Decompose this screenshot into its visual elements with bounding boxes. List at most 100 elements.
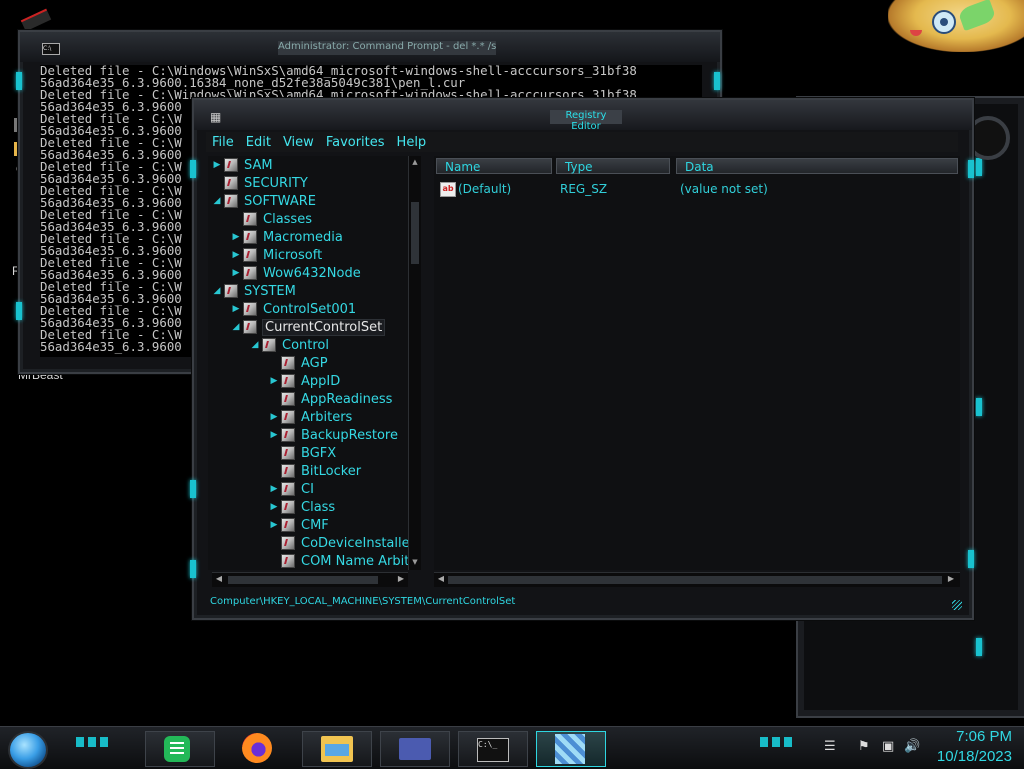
column-header-name[interactable]: Name	[436, 158, 552, 174]
tree-node[interactable]: ◢ SOFTWARE	[210, 192, 316, 210]
tree-node[interactable]: ◢ Control	[248, 336, 329, 354]
values-horizontal-scrollbar[interactable]: ◀ ▶	[434, 572, 960, 587]
tree-node[interactable]: ◢ SYSTEM	[210, 282, 296, 300]
column-header-type[interactable]: Type	[556, 158, 670, 174]
menu-file[interactable]: File	[206, 135, 240, 150]
menu-favorites[interactable]: Favorites	[320, 135, 391, 150]
file-explorer-icon	[321, 736, 353, 762]
network-icon[interactable]: ▣	[882, 739, 894, 754]
tree-expand-arrow-icon[interactable]: ▶	[267, 376, 281, 386]
tree-node-label: Control	[282, 337, 329, 353]
column-header-data[interactable]: Data	[676, 158, 958, 174]
scroll-up-arrow-icon[interactable]: ▲	[411, 158, 419, 166]
tree-hscroll-thumb[interactable]	[228, 576, 378, 584]
desktop-cursor-decoration	[20, 8, 52, 32]
show-desktop-lines-icon[interactable]: ☰	[824, 739, 836, 754]
values-hscroll-thumb[interactable]	[448, 576, 942, 584]
registry-folder-icon	[281, 374, 295, 388]
menu-view[interactable]: View	[277, 135, 320, 150]
tree-expand-arrow-icon[interactable]: ▶	[229, 250, 243, 260]
tree-node[interactable]: AppReadiness	[267, 390, 392, 408]
tree-expand-arrow-icon[interactable]: ▶	[267, 502, 281, 512]
registry-folder-icon	[281, 464, 295, 478]
tree-expand-arrow-icon[interactable]: ◢	[210, 286, 224, 296]
tree-node[interactable]: ▶ SAM	[210, 156, 273, 174]
scroll-left-arrow-icon[interactable]: ◀	[214, 574, 224, 584]
tree-node[interactable]: ▶ ControlSet001	[229, 300, 357, 318]
taskbar-button-registry-editor[interactable]	[536, 731, 606, 767]
registry-folder-icon	[281, 482, 295, 496]
menu-edit[interactable]: Edit	[240, 135, 277, 150]
action-center-flag-icon[interactable]: ⚑	[858, 739, 870, 754]
scroll-right-arrow-icon[interactable]: ▶	[946, 574, 956, 584]
tree-node[interactable]: ▶ AppID	[267, 372, 341, 390]
tree-node[interactable]: AGP	[267, 354, 328, 372]
tree-node[interactable]: Classes	[229, 210, 312, 228]
tree-expand-arrow-icon[interactable]: ▶	[210, 160, 224, 170]
registry-folder-icon	[281, 356, 295, 370]
registry-editor-window[interactable]: ▦ Registry Editor File Edit View Favorit…	[190, 98, 974, 620]
tree-node[interactable]: COM Name Arbiter	[267, 552, 416, 570]
tree-expand-arrow-icon[interactable]: ▶	[267, 430, 281, 440]
tree-node[interactable]: BitLocker	[267, 462, 361, 480]
registry-editor-icon	[555, 734, 585, 764]
tree-node[interactable]: ▶ Wow6432Node	[229, 264, 361, 282]
registry-folder-icon	[243, 320, 257, 334]
tree-node[interactable]: ▶ CMF	[267, 516, 329, 534]
tree-expand-arrow-icon[interactable]: ◢	[210, 196, 224, 206]
wallpaper-character-sticker	[888, 0, 1024, 52]
tree-node[interactable]: ▶ Macromedia	[229, 228, 343, 246]
tree-node[interactable]: ▶ Microsoft	[229, 246, 323, 264]
scroll-down-arrow-icon[interactable]: ▼	[411, 558, 419, 566]
tree-node[interactable]: ▶ CI	[267, 480, 314, 498]
cmd-window-title: Administrator: Command Prompt - del *.* …	[278, 41, 496, 55]
tree-vertical-scrollbar[interactable]: ▲ ▼	[408, 156, 421, 570]
taskbar-button-command-prompt[interactable]: C:\_	[458, 731, 528, 767]
taskbar-button-file-explorer[interactable]	[302, 731, 372, 767]
tree-expand-arrow-icon[interactable]: ◢	[248, 340, 262, 350]
tree-expand-arrow-icon[interactable]: ◢	[229, 322, 243, 332]
tree-expand-arrow-icon[interactable]: ▶	[267, 484, 281, 494]
taskbar-decoration	[76, 737, 110, 747]
tree-node[interactable]: ◢ CurrentControlSet	[229, 318, 386, 336]
cmd-titlebar[interactable]: C:\ Administrator: Command Prompt - del …	[20, 32, 720, 62]
tree-node[interactable]: SECURITY	[210, 174, 308, 192]
registry-key-tree[interactable]: ▶ SAM SECURITY ◢ SOFTWARE Classes ▶ Macromedia ▶…	[208, 156, 416, 570]
regedit-window-title: Registry Editor	[550, 110, 622, 132]
resize-grip-icon[interactable]	[952, 600, 962, 610]
scroll-left-arrow-icon[interactable]: ◀	[436, 574, 446, 584]
taskbar-button-sheets[interactable]	[145, 731, 215, 767]
tree-expand-arrow-icon[interactable]: ▶	[229, 232, 243, 242]
registry-folder-icon	[281, 500, 295, 514]
tree-expand-arrow-icon[interactable]: ▶	[267, 412, 281, 422]
tree-expand-arrow-icon[interactable]: ▶	[267, 520, 281, 530]
values-list-header: Name Type Data	[434, 156, 960, 176]
tree-node-label: Wow6432Node	[263, 265, 361, 281]
taskbar-clock[interactable]: 7:06 PM 10/18/2023	[916, 727, 1012, 767]
tree-horizontal-scrollbar[interactable]: ◀ ▶	[212, 572, 408, 587]
tree-expand-arrow-icon[interactable]: ▶	[229, 268, 243, 278]
wallet-card-icon	[399, 738, 431, 760]
tree-node[interactable]: ▶ BackupRestore	[267, 426, 398, 444]
tree-node[interactable]: ▶ Arbiters	[267, 408, 353, 426]
registry-values-list[interactable]: Name Type Data ab (Default) REG_SZ (valu…	[434, 156, 960, 570]
firefox-icon[interactable]	[242, 733, 272, 763]
scroll-right-arrow-icon[interactable]: ▶	[396, 574, 406, 584]
tree-node-label: ControlSet001	[263, 301, 357, 317]
registry-folder-icon	[243, 302, 257, 316]
registry-folder-icon	[281, 518, 295, 532]
registry-folder-icon	[224, 176, 238, 190]
value-row[interactable]: ab (Default) REG_SZ (value not set)	[434, 180, 960, 198]
tree-expand-arrow-icon[interactable]: ▶	[229, 304, 243, 314]
regedit-titlebar[interactable]: ▦ Registry Editor	[194, 100, 972, 132]
tree-node[interactable]: ▶ Class	[267, 498, 336, 516]
registry-folder-icon	[224, 158, 238, 172]
start-button[interactable]	[8, 731, 48, 769]
tree-node-label: AGP	[301, 355, 328, 371]
registry-folder-icon	[281, 536, 295, 550]
tree-vscroll-thumb[interactable]	[411, 202, 419, 264]
tree-node[interactable]: CoDeviceInstallers	[267, 534, 416, 552]
tree-node[interactable]: BGFX	[267, 444, 336, 462]
taskbar-button-wallet[interactable]	[380, 731, 450, 767]
menu-help[interactable]: Help	[391, 135, 433, 150]
